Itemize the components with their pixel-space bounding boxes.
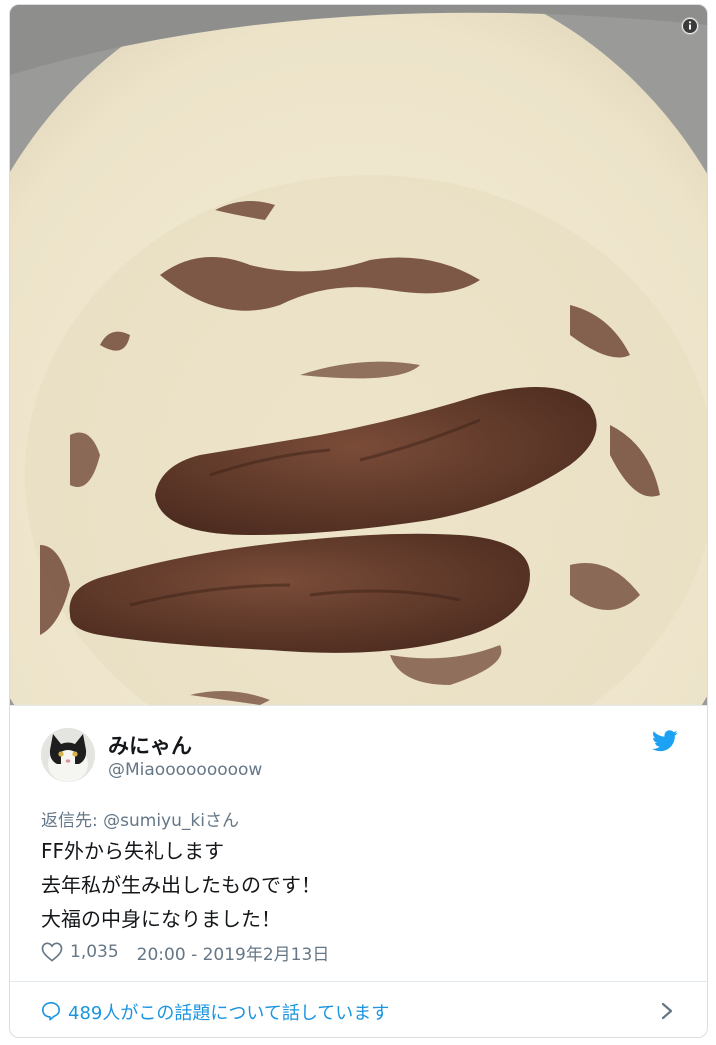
tweet-photo[interactable]	[10, 5, 707, 705]
reply-to-mention[interactable]: @sumiyu_ki	[103, 811, 205, 831]
tweet-timestamp[interactable]: 20:00 - 2019年2月13日	[137, 940, 330, 965]
tweet-body: みにゃん @Miaooooooooow 返信先: @sumiyu_kiさん FF…	[10, 705, 707, 981]
conversation-link[interactable]: 489人がこの話題について話しています	[68, 999, 389, 1025]
avatar[interactable]	[41, 728, 95, 782]
display-name[interactable]: みにゃん	[108, 730, 192, 760]
like-count[interactable]: 1,035	[70, 942, 119, 962]
embedded-tweet-card: みにゃん @Miaooooooooow 返信先: @sumiyu_kiさん FF…	[9, 4, 708, 1038]
bowl-photo-illustration	[10, 5, 707, 705]
tweet-meta: 1,035 20:00 - 2019年2月13日	[41, 940, 330, 965]
tweet-text-line: 大福の中身になりました！	[41, 907, 281, 931]
chevron-right-icon[interactable]	[660, 1002, 674, 1020]
twitter-bird-icon[interactable]	[652, 730, 678, 752]
reply-to-line: 返信先: @sumiyu_kiさん	[41, 806, 239, 831]
speech-bubble-icon	[42, 1002, 60, 1021]
reply-to-suffix: さん	[204, 811, 239, 831]
conversation-footer[interactable]: 489人がこの話題について話しています	[10, 981, 707, 1037]
user-handle[interactable]: @Miaooooooooow	[108, 760, 262, 780]
info-icon[interactable]	[681, 17, 699, 35]
tweet-text-line: 去年私が生み出したものです！	[41, 873, 321, 897]
tweet-text: FF外から失礼します 去年私が生み出したものです！ 大福の中身になりました！	[41, 834, 321, 936]
heart-icon[interactable]	[41, 942, 63, 962]
tweet-text-line: FF外から失礼します	[41, 839, 225, 863]
reply-to-label: 返信先:	[41, 811, 104, 831]
